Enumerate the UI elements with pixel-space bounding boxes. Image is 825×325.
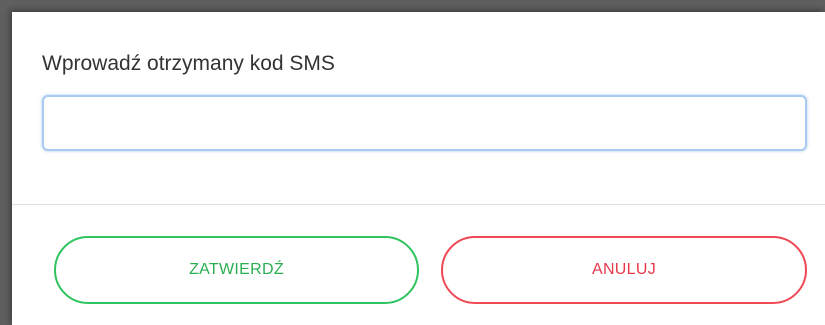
sms-code-prompt: Wprowadź otrzymany kod SMS	[42, 52, 335, 75]
dialog-divider	[12, 204, 825, 205]
sms-code-input[interactable]	[42, 95, 807, 151]
confirm-button[interactable]: ZATWIERDŹ	[54, 236, 419, 304]
sms-code-dialog: Wprowadź otrzymany kod SMS ZATWIERDŹ ANU…	[12, 12, 825, 325]
cancel-button[interactable]: ANULUJ	[441, 236, 807, 304]
modal-backdrop: Wprowadź otrzymany kod SMS ZATWIERDŹ ANU…	[0, 0, 825, 325]
